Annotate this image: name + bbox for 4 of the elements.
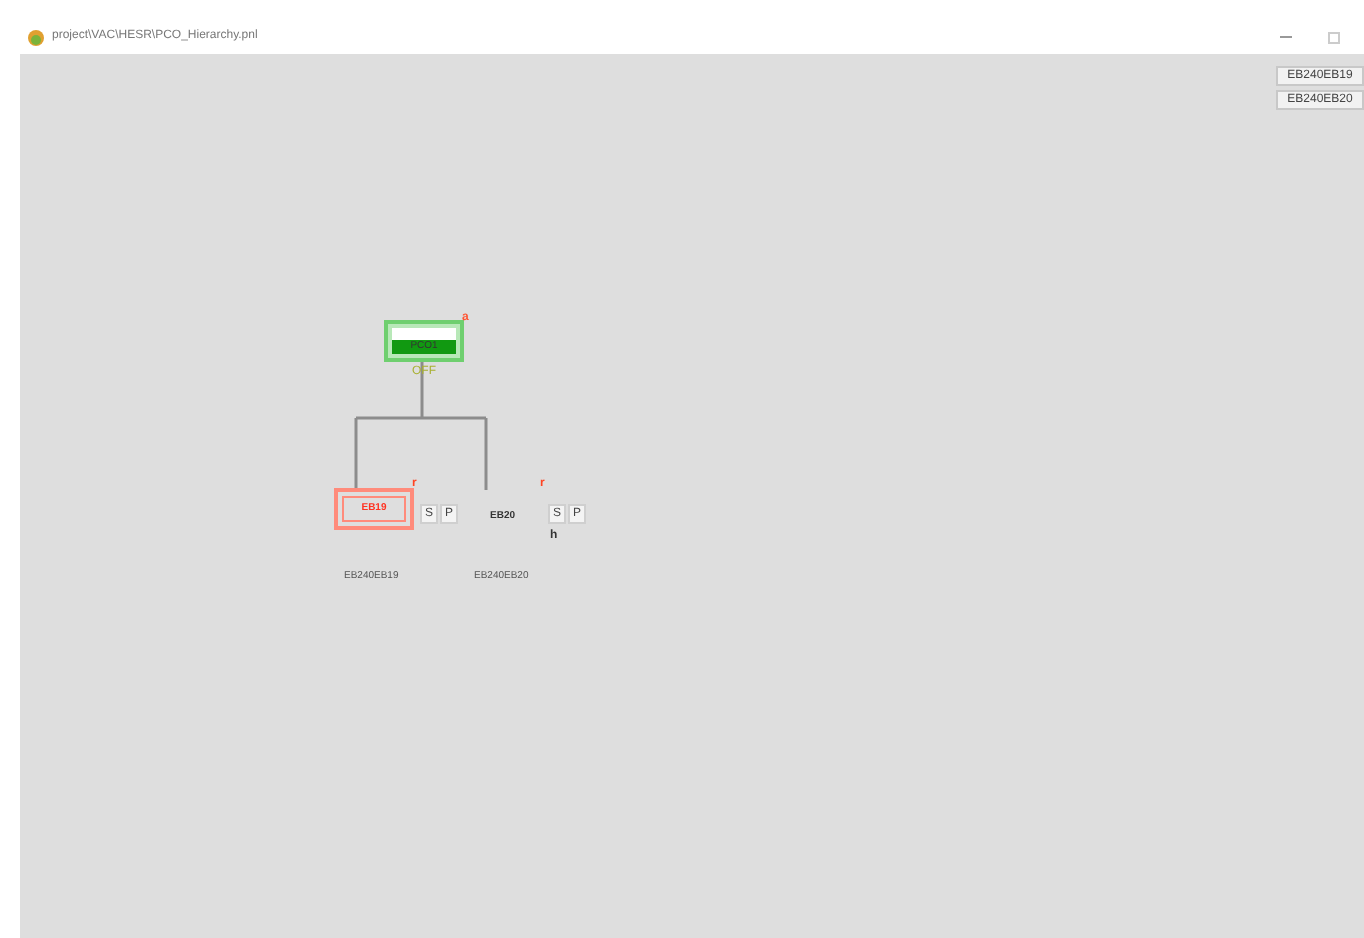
maximize-button[interactable] xyxy=(1328,31,1340,43)
app-icon xyxy=(28,29,44,45)
tree-connector xyxy=(354,362,488,492)
minimize-button[interactable] xyxy=(1280,36,1292,38)
